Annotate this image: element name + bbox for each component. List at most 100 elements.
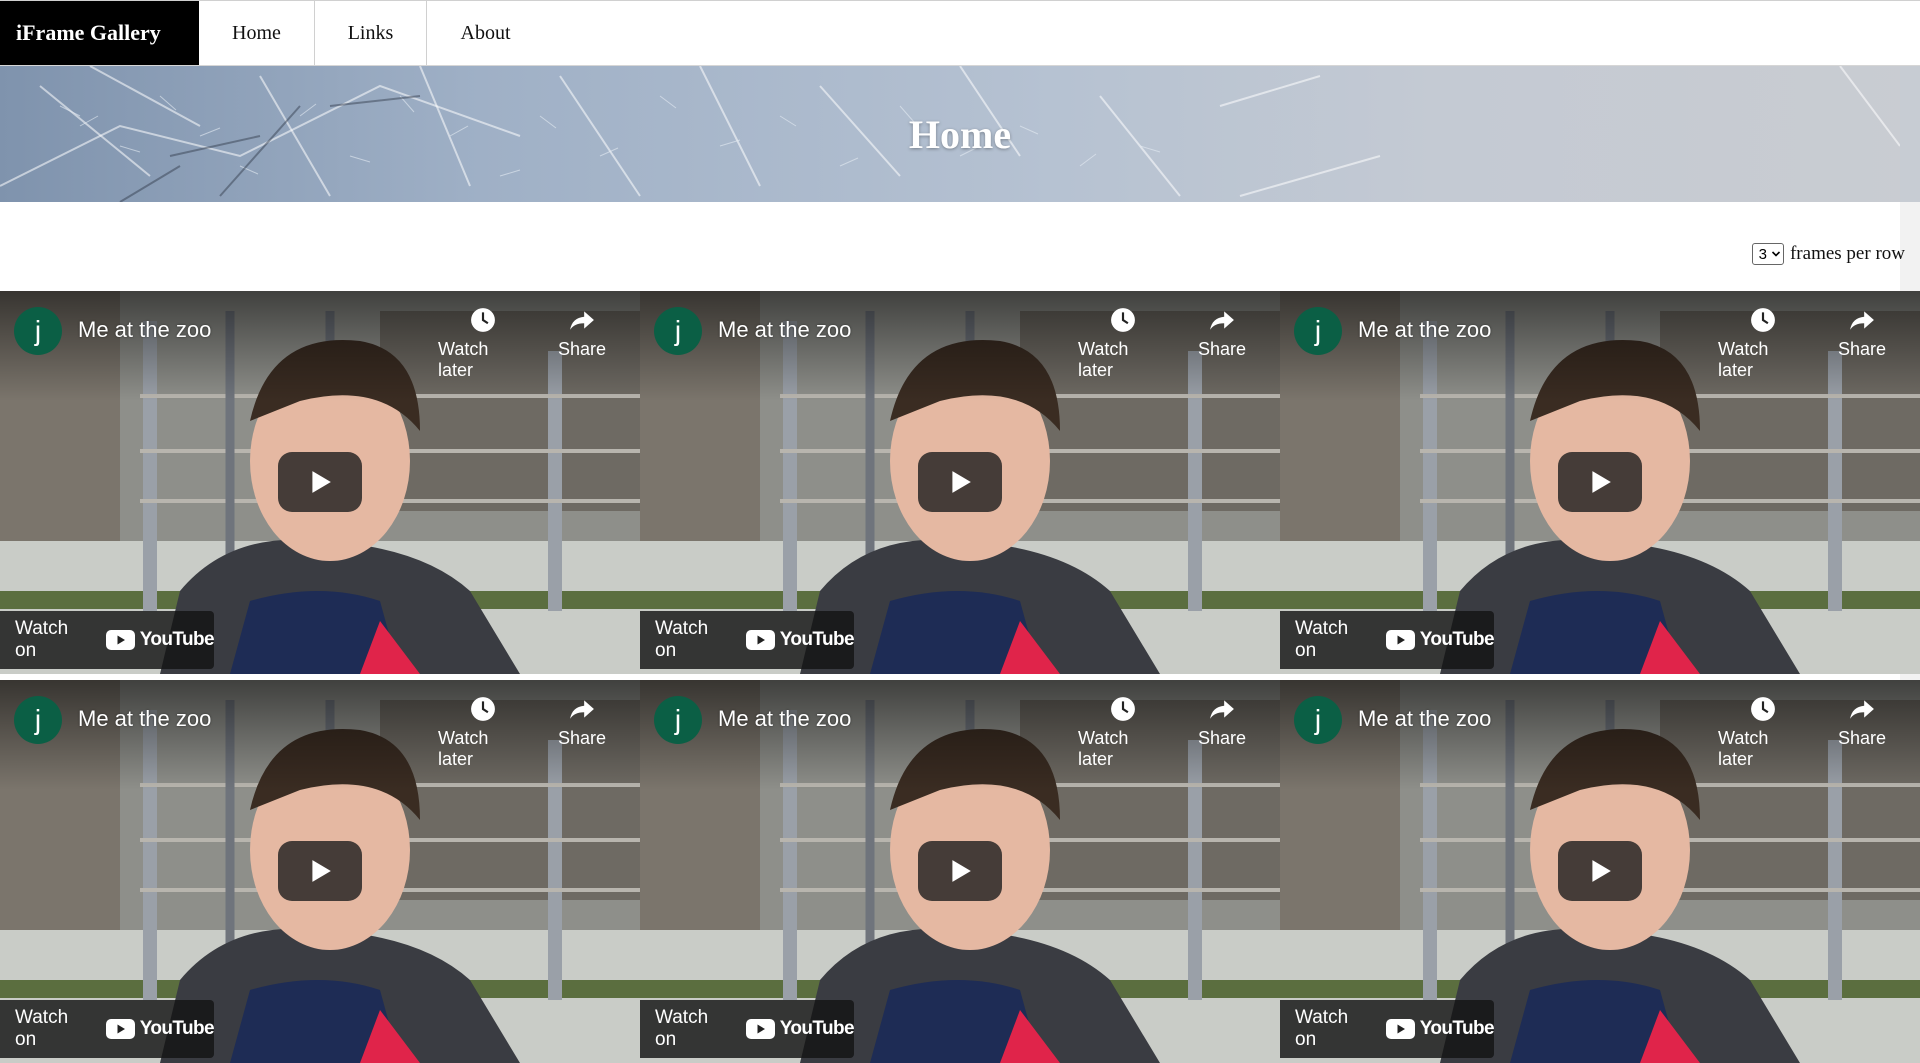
channel-avatar[interactable]: j bbox=[654, 696, 702, 744]
share-icon bbox=[570, 700, 594, 719]
play-button[interactable] bbox=[1558, 841, 1642, 901]
watch-later-label: Watch later bbox=[1078, 728, 1129, 769]
youtube-embed-3[interactable]: j Me at the zoo Watch later Share Watch … bbox=[1280, 291, 1920, 674]
video-title[interactable]: Me at the zoo bbox=[718, 317, 851, 343]
youtube-logo: YouTube bbox=[1385, 1018, 1495, 1040]
watch-later-button[interactable]: Watch later bbox=[438, 696, 528, 770]
share-icon bbox=[1210, 700, 1234, 719]
play-icon bbox=[312, 860, 331, 882]
channel-avatar[interactable]: j bbox=[1294, 696, 1342, 744]
nav-link-links[interactable]: Links bbox=[315, 1, 427, 65]
clock-icon bbox=[1751, 697, 1775, 721]
channel-initial: j bbox=[1314, 315, 1322, 346]
share-label: Share bbox=[1197, 728, 1247, 748]
share-button[interactable]: Share bbox=[537, 696, 627, 749]
youtube-wordmark: YouTube bbox=[1419, 1018, 1495, 1039]
video-title[interactable]: Me at the zoo bbox=[78, 706, 211, 732]
frames-per-row-select[interactable]: 3 bbox=[1751, 243, 1784, 265]
channel-initial: j bbox=[674, 704, 682, 735]
watch-on-youtube-button[interactable]: Watch on YouTube bbox=[640, 611, 855, 669]
watch-later-button[interactable]: Watch later bbox=[1078, 696, 1168, 770]
play-icon bbox=[312, 471, 331, 493]
watch-on-youtube-button[interactable]: Watch on YouTube bbox=[0, 1000, 215, 1058]
play-button[interactable] bbox=[1558, 452, 1642, 512]
nav-link-about[interactable]: About bbox=[427, 1, 544, 65]
youtube-logo: YouTube bbox=[105, 629, 215, 651]
video-title[interactable]: Me at the zoo bbox=[718, 706, 851, 732]
watch-later-label: Watch later bbox=[438, 728, 489, 769]
channel-avatar[interactable]: j bbox=[14, 696, 62, 744]
clock-icon bbox=[1751, 308, 1775, 332]
share-icon bbox=[1210, 311, 1234, 330]
video-title[interactable]: Me at the zoo bbox=[1358, 706, 1491, 732]
watch-later-label: Watch later bbox=[1718, 339, 1769, 380]
youtube-play-icon bbox=[1385, 1019, 1415, 1039]
watch-on-youtube-button[interactable]: Watch on YouTube bbox=[1280, 611, 1495, 669]
share-icon bbox=[1850, 700, 1874, 719]
watch-later-button[interactable]: Watch later bbox=[1718, 307, 1808, 381]
nav-link-home[interactable]: Home bbox=[199, 1, 315, 65]
youtube-logo: YouTube bbox=[745, 1018, 855, 1040]
youtube-embed-5[interactable]: j Me at the zoo Watch later Share Watch … bbox=[640, 680, 1280, 1063]
share-button[interactable]: Share bbox=[1817, 307, 1907, 360]
youtube-logo: YouTube bbox=[1385, 629, 1495, 651]
channel-avatar[interactable]: j bbox=[14, 307, 62, 355]
youtube-embed-1[interactable]: j Me at the zoo Watch later Share Watch … bbox=[0, 291, 640, 674]
iframe-grid: j Me at the zoo Watch later Share Watch … bbox=[0, 291, 1920, 1063]
watch-on-label: Watch on bbox=[15, 1007, 69, 1050]
share-label: Share bbox=[1197, 339, 1247, 359]
youtube-wordmark: YouTube bbox=[1419, 629, 1495, 650]
youtube-embed-4[interactable]: j Me at the zoo Watch later Share Watch … bbox=[0, 680, 640, 1063]
share-label: Share bbox=[557, 339, 607, 359]
play-icon bbox=[1592, 471, 1611, 493]
page-title: Home bbox=[908, 111, 1012, 157]
frames-per-row-label: frames per row bbox=[1789, 243, 1905, 264]
play-icon bbox=[952, 860, 971, 882]
channel-avatar[interactable]: j bbox=[1294, 307, 1342, 355]
watch-later-button[interactable]: Watch later bbox=[1078, 307, 1168, 381]
youtube-wordmark: YouTube bbox=[139, 1018, 215, 1039]
share-button[interactable]: Share bbox=[537, 307, 627, 360]
play-icon bbox=[1592, 860, 1611, 882]
share-label: Share bbox=[1837, 339, 1887, 359]
watch-on-label: Watch on bbox=[1295, 1007, 1349, 1050]
watch-later-button[interactable]: Watch later bbox=[1718, 696, 1808, 770]
video-title[interactable]: Me at the zoo bbox=[1358, 317, 1491, 343]
play-button[interactable] bbox=[278, 841, 362, 901]
clock-icon bbox=[471, 308, 495, 332]
youtube-play-icon bbox=[105, 1019, 135, 1039]
youtube-embed-6[interactable]: j Me at the zoo Watch later Share Watch … bbox=[1280, 680, 1920, 1063]
clock-icon bbox=[1111, 697, 1135, 721]
watch-on-youtube-button[interactable]: Watch on YouTube bbox=[1280, 1000, 1495, 1058]
play-button[interactable] bbox=[918, 841, 1002, 901]
share-button[interactable]: Share bbox=[1177, 696, 1267, 749]
watch-on-youtube-button[interactable]: Watch on YouTube bbox=[0, 611, 215, 669]
watch-on-label: Watch on bbox=[655, 618, 709, 661]
channel-avatar[interactable]: j bbox=[654, 307, 702, 355]
clock-icon bbox=[1111, 308, 1135, 332]
watch-later-button[interactable]: Watch later bbox=[438, 307, 528, 381]
frames-per-row-control: 3 frames per row bbox=[1751, 241, 1905, 267]
youtube-play-icon bbox=[1385, 630, 1415, 650]
play-button[interactable] bbox=[918, 452, 1002, 512]
top-nav: iFrame Gallery Home Links About bbox=[0, 0, 1920, 66]
chevron-down-icon bbox=[1771, 251, 1781, 257]
youtube-logo: YouTube bbox=[745, 629, 855, 651]
watch-later-label: Watch later bbox=[438, 339, 489, 380]
watch-later-label: Watch later bbox=[1078, 339, 1129, 380]
play-button[interactable] bbox=[278, 452, 362, 512]
watch-on-label: Watch on bbox=[1295, 618, 1349, 661]
hero-banner: Home bbox=[0, 66, 1920, 202]
youtube-logo: YouTube bbox=[105, 1018, 215, 1040]
channel-initial: j bbox=[34, 315, 42, 346]
video-title[interactable]: Me at the zoo bbox=[78, 317, 211, 343]
watch-on-youtube-button[interactable]: Watch on YouTube bbox=[640, 1000, 855, 1058]
youtube-play-icon bbox=[745, 630, 775, 650]
frames-per-row-value: 3 bbox=[1758, 245, 1767, 263]
share-icon bbox=[570, 311, 594, 330]
share-button[interactable]: Share bbox=[1177, 307, 1267, 360]
share-button[interactable]: Share bbox=[1817, 696, 1907, 749]
share-label: Share bbox=[557, 728, 607, 748]
brand-logo[interactable]: iFrame Gallery bbox=[0, 1, 199, 65]
youtube-embed-2[interactable]: j Me at the zoo Watch later Share Watch … bbox=[640, 291, 1280, 674]
